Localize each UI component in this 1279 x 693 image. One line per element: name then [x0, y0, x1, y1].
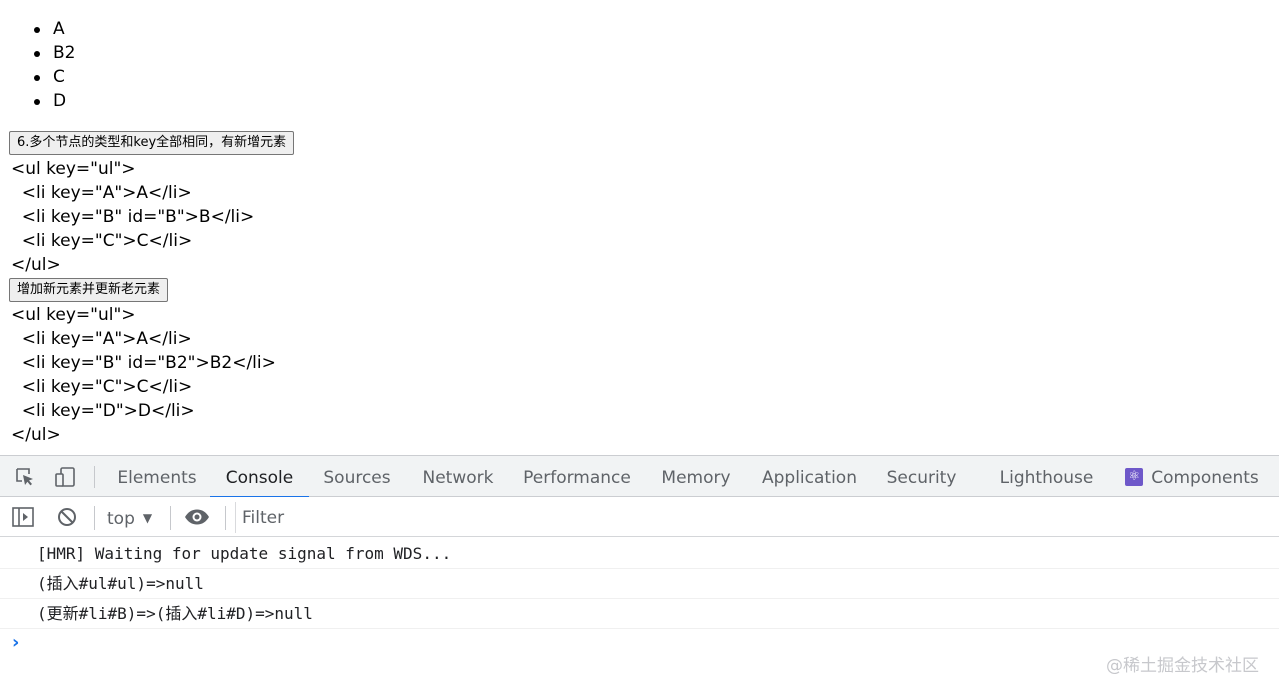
- code-line: <li key="A">A</li>: [11, 183, 192, 203]
- tab-security[interactable]: Security: [884, 456, 959, 497]
- console-filter-input[interactable]: [235, 502, 1279, 533]
- list-item: A: [33, 17, 75, 41]
- dropdown-arrow-icon: ▼: [142, 511, 153, 525]
- code-line: </ul>: [11, 425, 61, 445]
- inspect-element-icon[interactable]: [14, 466, 36, 488]
- code-line: <li key="A">A</li>: [11, 329, 192, 349]
- tab-application[interactable]: Application: [759, 456, 860, 497]
- tab-console[interactable]: Console: [210, 456, 309, 498]
- react-components-icon: [1125, 468, 1144, 486]
- device-toolbar-icon[interactable]: [54, 466, 76, 488]
- console-message: (更新#li#B)=>(插入#li#D)=>null: [0, 599, 1279, 629]
- tab-components-label: Components: [1151, 468, 1259, 488]
- code-line: <li key="B" id="B2">B2</li>: [11, 353, 276, 373]
- toolbar-divider: [170, 506, 171, 530]
- code-line: <ul key="ul">: [11, 305, 136, 325]
- code-after: <ul key="ul"> <li key="A">A</li> <li key…: [11, 303, 276, 447]
- context-label: top: [107, 509, 135, 529]
- add-and-update-button[interactable]: 增加新元素并更新老元素: [9, 278, 169, 302]
- console-toolbar: top ▼: [0, 497, 1279, 537]
- live-expression-eye-icon[interactable]: [184, 506, 209, 528]
- console-message: [HMR] Waiting for update signal from WDS…: [0, 539, 1279, 569]
- devtools-panel: Elements Console Sources Network Perform…: [0, 455, 1279, 693]
- code-line: <ul key="ul">: [11, 159, 136, 179]
- clear-console-icon[interactable]: [55, 506, 79, 528]
- console-message: (插入#ul#ul)=>null: [0, 569, 1279, 599]
- tab-lighthouse[interactable]: Lighthouse: [997, 456, 1096, 497]
- tab-performance[interactable]: Performance: [522, 456, 632, 497]
- code-line: <li key="C">C</li>: [11, 231, 193, 251]
- show-sidebar-icon[interactable]: [11, 506, 35, 528]
- tab-network[interactable]: Network: [418, 456, 498, 497]
- tab-components[interactable]: Components: [1122, 456, 1262, 497]
- toolbar-divider: [94, 466, 95, 488]
- list-item: D: [33, 89, 75, 113]
- code-line: </ul>: [11, 255, 61, 275]
- devtools-tab-bar: Elements Console Sources Network Perform…: [0, 455, 1279, 498]
- tab-memory[interactable]: Memory: [657, 456, 735, 497]
- console-messages: [HMR] Waiting for update signal from WDS…: [0, 539, 1279, 629]
- watermark: @稀土掘金技术社区: [1106, 656, 1259, 676]
- console-prompt-icon[interactable]: ›: [12, 633, 19, 653]
- tab-sources[interactable]: Sources: [320, 456, 394, 497]
- list-item: C: [33, 65, 75, 89]
- code-line: <li key="B" id="B">B</li>: [11, 207, 255, 227]
- code-before: <ul key="ul"> <li key="A">A</li> <li key…: [11, 157, 254, 277]
- code-line: <li key="C">C</li>: [11, 377, 193, 397]
- rendered-list: A B2 C D: [33, 17, 76, 113]
- list-item: B2: [33, 43, 76, 63]
- toolbar-divider: [225, 506, 226, 530]
- toolbar-divider: [94, 506, 95, 530]
- page-content: A B2 C D 6.多个节点的类型和key全部相同，有新增元素 <ul key…: [0, 0, 1279, 455]
- code-line: <li key="D">D</li>: [11, 401, 195, 421]
- tab-elements[interactable]: Elements: [115, 456, 199, 497]
- test-case-6-button[interactable]: 6.多个节点的类型和key全部相同，有新增元素: [9, 131, 295, 155]
- context-selector[interactable]: top ▼: [107, 506, 152, 530]
